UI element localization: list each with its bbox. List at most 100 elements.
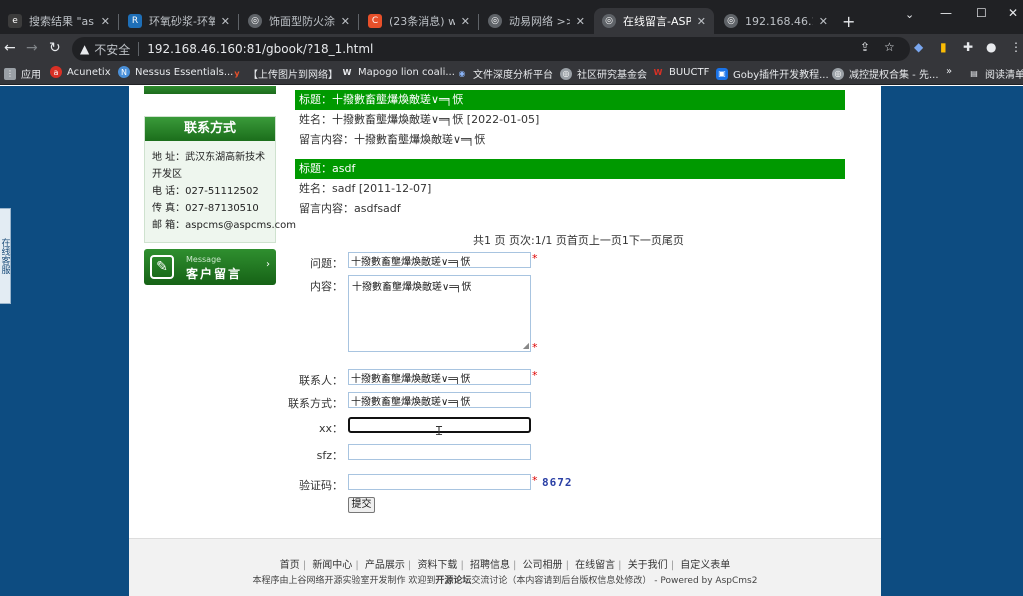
globe-icon: ◎	[832, 67, 844, 80]
globe-icon: ◎	[724, 14, 738, 28]
tab-4[interactable]: ◎ 动易网络 >> 网站 ✕	[480, 8, 593, 34]
globe-icon: ◎	[602, 14, 616, 28]
xx-label: xx：	[318, 422, 343, 435]
online-service-tab[interactable]: 在线客服	[0, 208, 11, 304]
message-title: 标题：asdf	[295, 159, 845, 179]
bookmark-goby[interactable]: ▣ Goby插件开发教程...	[716, 66, 829, 81]
menu-icon[interactable]: ⋮	[1010, 40, 1022, 54]
close-icon[interactable]: ✕	[819, 15, 828, 28]
tab-3[interactable]: C (23条消息) win2( ✕	[360, 8, 478, 34]
close-icon[interactable]: ✕	[101, 15, 110, 28]
maximize-icon[interactable]: ☐	[976, 6, 987, 20]
extension-icon[interactable]: ▮	[940, 40, 947, 54]
minimize-icon[interactable]: —	[940, 6, 952, 20]
content-textarea[interactable]: 十撥數畜壟爗煥敵瑳∨═╕恹 ◢	[348, 275, 531, 352]
tab-0[interactable]: e 搜索结果 "aspcm ✕	[0, 8, 118, 34]
footer-link-products[interactable]: 产品展示	[365, 560, 405, 571]
form-row-sfz: sfz：	[129, 444, 881, 464]
footer-link-home[interactable]: 首页	[280, 560, 300, 571]
page-viewport: 在线客服 联系方式 地 址：武汉东湖高新技术开发区 电 话：027-511125…	[0, 86, 1023, 596]
pagination[interactable]: 共1 页 页次:1/1 页首页上一页1下一页尾页	[473, 232, 684, 248]
share-icon[interactable]: ⇪	[860, 40, 870, 54]
submit-button[interactable]: 提交	[348, 497, 375, 513]
bookmark-upload[interactable]: y 【上传图片到网络】	[231, 66, 338, 81]
bookmark-star-icon[interactable]: ☆	[884, 40, 895, 54]
footer: 首页 | 新闻中心 | 产品展示 | 资料下载 | 招聘信息 | 公司相册 | 在线留言 | …	[129, 538, 881, 596]
browser-toolbar: ← → ↻ ▲ 不安全 192.168.46.160:81/gbook/?18_…	[0, 34, 1023, 63]
question-label: 问题：	[310, 257, 343, 270]
captcha-image[interactable]: 8672	[542, 476, 573, 489]
close-icon[interactable]: ✕	[697, 15, 706, 28]
url-text: 192.168.46.160:81/gbook/?18_1.html	[147, 42, 374, 56]
nessus-icon: N	[118, 66, 130, 78]
bookmark-acunetix[interactable]: a Acunetix	[50, 66, 111, 78]
address-bar[interactable]: ▲ 不安全 192.168.46.160:81/gbook/?18_1.html	[72, 37, 910, 61]
bookmarks-more[interactable]: »	[946, 66, 952, 77]
eye-icon: ◉	[458, 69, 466, 78]
contact-person-input[interactable]	[348, 369, 531, 385]
bookmark-nessus[interactable]: N Nessus Essentials...	[118, 66, 233, 78]
question-input[interactable]	[348, 252, 531, 268]
required-mark: *	[532, 252, 538, 265]
extension-icon[interactable]: ◆	[914, 40, 923, 54]
message-entry: 标题：asdf 姓名：sadf [2011-12-07] 留言内容：asdfsa…	[295, 159, 845, 219]
message-author: 姓名：sadf [2011-12-07]	[299, 182, 432, 195]
goby-icon: ▣	[716, 67, 728, 80]
tab-2[interactable]: ◎ 饰面型防火涂料_ ✕	[240, 8, 358, 34]
tab-title: 192.168.46.160:8	[745, 14, 813, 28]
globe-icon: ◎	[488, 14, 502, 28]
footer-link-about[interactable]: 关于我们	[628, 560, 668, 571]
form-row-submit: 提交	[129, 497, 881, 517]
bookmarks-bar: ⋮ 应用 a Acunetix N Nessus Essentials... y 【上传…	[0, 63, 1023, 85]
tab-6[interactable]: ◎ 192.168.46.160:8 ✕	[716, 8, 836, 34]
bookmark-apps[interactable]: ⋮ 应用	[4, 66, 41, 81]
forward-icon[interactable]: →	[26, 40, 38, 56]
footer-link-guestbook[interactable]: 在线留言	[575, 560, 615, 571]
bookmark-research[interactable]: ◎ 社区研究基金会	[560, 66, 647, 81]
edge-icon: e	[8, 14, 22, 28]
footer-nav: 首页 | 新闻中心 | 产品展示 | 资料下载 | 招聘信息 | 公司相册 | 在线留言 | …	[279, 560, 731, 571]
w-icon: W	[342, 67, 352, 77]
footer-link-jobs[interactable]: 招聘信息	[470, 560, 510, 571]
globe-icon: ◎	[248, 14, 262, 28]
tab-5-active[interactable]: ◎ 在线留言-ASPCM ✕	[594, 8, 714, 34]
tab-title: 搜索结果 "aspcm	[29, 15, 95, 28]
close-icon[interactable]: ✕	[461, 15, 470, 28]
close-icon[interactable]: ✕	[341, 15, 350, 28]
close-icon[interactable]: ✕	[221, 15, 230, 28]
captcha-input[interactable]	[348, 474, 531, 490]
extensions-puzzle-icon[interactable]: ✚	[963, 40, 973, 54]
warning-icon: ▲	[80, 42, 90, 56]
bookmark-file-analysis[interactable]: ◉ 文件深度分析平台	[456, 66, 554, 81]
tab-1[interactable]: R 环氧砂浆-环氧胶 ✕	[120, 8, 238, 34]
footer-link-downloads[interactable]: 资料下载	[417, 560, 457, 571]
apps-icon: ⋮	[4, 67, 16, 80]
tab-search-icon[interactable]: ⌄	[905, 8, 914, 21]
forum-link[interactable]: 开源论坛	[435, 576, 471, 586]
footer-link-custom-form[interactable]: 自定义表单	[680, 560, 730, 571]
reload-icon[interactable]: ↻	[49, 40, 61, 56]
form-row-method: 联系方式：	[129, 392, 881, 412]
tab-title: 饰面型防火涂料_	[269, 15, 335, 28]
bookmark-mapogo[interactable]: W Mapogo lion coali...	[341, 66, 455, 78]
form-row-content: 内容： 十撥數畜壟爗煥敵瑳∨═╕恹 ◢ *	[129, 275, 881, 355]
sfz-input[interactable]	[348, 444, 531, 460]
footer-link-news[interactable]: 新闻中心	[312, 560, 352, 571]
new-tab-button[interactable]: +	[842, 12, 855, 31]
tab-title: 环氧砂浆-环氧胶	[149, 15, 215, 28]
bookmark-privilege[interactable]: ◎ 减控提权合集 - 先...	[832, 66, 939, 81]
required-mark: *	[532, 369, 538, 382]
reading-list[interactable]: ▤ 阅读清单	[968, 66, 1023, 81]
close-icon[interactable]: ✕	[576, 15, 585, 28]
bookmark-buuctf[interactable]: W BUUCTF	[652, 66, 710, 78]
contact-email: 邮 箱：aspcms@aspcms.com	[152, 220, 296, 231]
back-icon[interactable]: ←	[4, 40, 16, 56]
profile-avatar-icon[interactable]: ●	[986, 40, 996, 54]
contact-method-input[interactable]	[348, 392, 531, 408]
tab-title: 动易网络 >> 网站	[509, 15, 570, 28]
resize-grip-icon[interactable]: ◢	[523, 341, 529, 350]
form-row-contact: 联系人： *	[129, 369, 881, 389]
footer-link-album[interactable]: 公司相册	[523, 560, 563, 571]
form-row-xx: xx：	[129, 417, 881, 437]
window-close-icon[interactable]: ✕	[1008, 6, 1018, 20]
